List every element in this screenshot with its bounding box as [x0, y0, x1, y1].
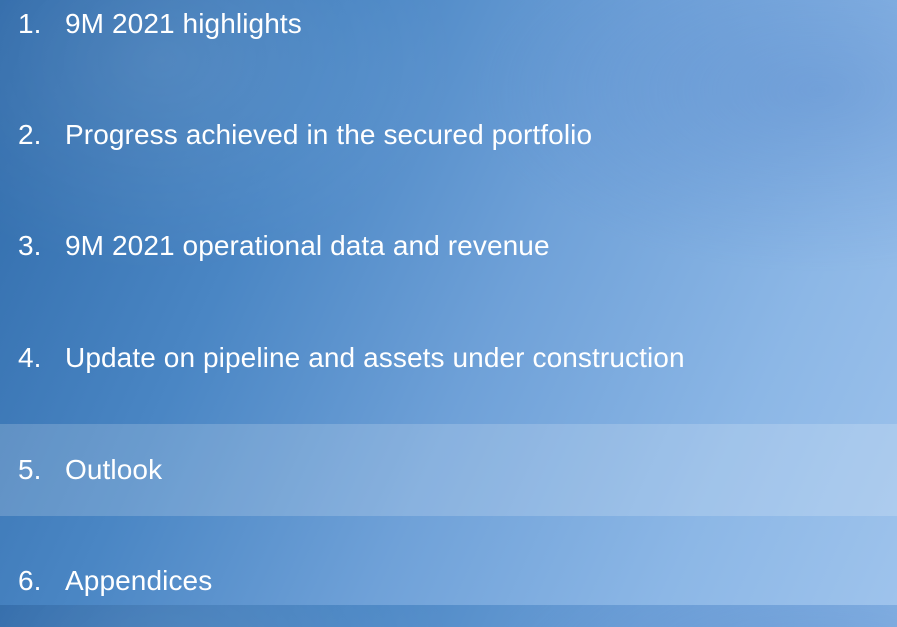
agenda-item-highlights[interactable]: 1. 9M 2021 highlights: [0, 0, 897, 70]
agenda-item-label: Outlook: [65, 454, 163, 485]
agenda-item-number: 3.: [18, 230, 42, 261]
agenda-item-appendices[interactable]: 6. Appendices: [0, 535, 897, 627]
agenda-item-secured-portfolio[interactable]: 2. Progress achieved in the secured port…: [0, 89, 897, 181]
agenda-item-label: Progress achieved in the secured portfol…: [65, 119, 593, 150]
agenda-item-number: 1.: [18, 8, 42, 39]
agenda-item-number: 6.: [18, 565, 42, 596]
agenda-item-number: 2.: [18, 119, 42, 150]
agenda-item-operational-data[interactable]: 3. 9M 2021 operational data and revenue: [0, 200, 897, 292]
agenda-item-pipeline[interactable]: 4. Update on pipeline and assets under c…: [0, 312, 897, 404]
agenda-item-label: 9M 2021 highlights: [65, 8, 302, 39]
agenda-item-outlook[interactable]: 5. Outlook: [0, 424, 897, 516]
agenda-item-label: Update on pipeline and assets under cons…: [65, 342, 685, 373]
agenda-list: 1. 9M 2021 highlights 2. Progress achiev…: [0, 0, 897, 605]
agenda-item-number: 5.: [18, 454, 42, 485]
agenda-item-label: Appendices: [65, 565, 213, 596]
agenda-item-label: 9M 2021 operational data and revenue: [65, 230, 550, 261]
agenda-item-number: 4.: [18, 342, 42, 373]
